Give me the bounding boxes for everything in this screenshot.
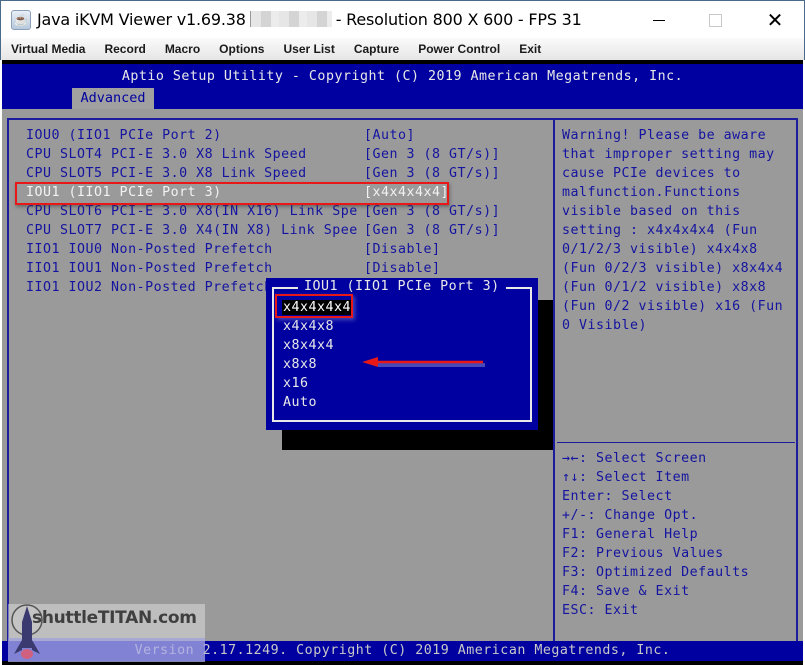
menu-capture[interactable]: Capture <box>354 42 399 56</box>
help-line: 0 Visible) <box>562 318 648 333</box>
menu-options[interactable]: Options <box>219 42 264 56</box>
setting-value: [Gen 3 (8 GT/s)] <box>364 223 501 238</box>
setting-value: [Gen 3 (8 GT/s)] <box>364 166 501 181</box>
help-line: (Fun 0/1/2 visible) x8x8 <box>562 280 767 295</box>
setting-row[interactable]: IIO1 IOU0 Non-Posted Prefetch [Disable] <box>2 242 547 261</box>
key-help-f2: F2: Previous Values <box>562 546 724 561</box>
window-title: Java iKVM Viewer v1.69.38 - Resolution 80… <box>37 10 582 29</box>
kvm-screen[interactable]: Aptio Setup Utility - Copyright (C) 2019… <box>2 60 803 665</box>
help-line: setting : x4x4x4x4 (Fun <box>562 223 758 238</box>
key-help-f3: F3: Optimized Defaults <box>562 565 750 580</box>
tab-advanced[interactable]: Advanced <box>72 88 154 109</box>
key-help-enter: Enter: Select <box>562 489 673 504</box>
setting-row[interactable]: CPU SLOT7 PCI-E 3.0 X4(IN X8) Link Spee … <box>2 223 547 242</box>
setting-label: IIO1 IOU1 Non-Posted Prefetch <box>26 261 273 276</box>
setting-label: IIO1 IOU0 Non-Posted Prefetch <box>26 242 273 257</box>
close-button[interactable]: ✕ <box>755 7 795 33</box>
setting-label: CPU SLOT5 PCI-E 3.0 X8 Link Speed <box>26 166 307 181</box>
help-line: Warning! Please be aware <box>562 128 767 143</box>
key-help-select-screen: →←: Select Screen <box>562 451 707 466</box>
key-help-esc: ESC: Exit <box>562 603 639 618</box>
maximize-button[interactable] <box>695 7 735 33</box>
watermark-text: shuttleTITAN.com <box>32 608 197 628</box>
watermark: shuttleTITAN.com <box>8 604 205 662</box>
setting-value: [Auto] <box>364 128 416 143</box>
title-prefix: Java iKVM Viewer v1.69.38 <box>37 10 246 29</box>
key-help-f4: F4: Save & Exit <box>562 584 690 599</box>
menu-record[interactable]: Record <box>104 42 145 56</box>
help-line: (Fun 0/2 visible) x16 (Fun <box>562 299 784 314</box>
popup-option[interactable]: x8x8 <box>283 357 317 372</box>
window-titlebar: ☕ Java iKVM Viewer v1.69.38 - Resolution … <box>0 0 805 38</box>
menubar: Virtual Media Record Macro Options User … <box>0 38 805 60</box>
popup-option[interactable]: x4x4x8 <box>283 319 334 334</box>
key-help-select-item: ↑↓: Select Item <box>562 470 690 485</box>
setting-row[interactable]: CPU SLOT4 PCI-E 3.0 X8 Link Speed [Gen 3… <box>2 147 547 166</box>
popup-option[interactable]: x16 <box>283 376 309 391</box>
help-line: that improper setting may <box>562 147 775 162</box>
popup-title: IOU1 (IIO1 PCIe Port 3) <box>298 279 506 294</box>
setting-label: CPU SLOT6 PCI-E 3.0 X8(IN X16) Link Spe <box>26 204 358 219</box>
redacted-hostname <box>249 11 332 27</box>
help-line: (Fun 0/2/3 visible) x8x4x4 <box>562 261 784 276</box>
setting-label: CPU SLOT7 PCI-E 3.0 X4(IN X8) Link Spee <box>26 223 358 238</box>
setting-label: CPU SLOT4 PCI-E 3.0 X8 Link Speed <box>26 147 307 162</box>
setting-value: [Disable] <box>364 261 441 276</box>
selected-setting-highlight <box>15 182 449 205</box>
menu-user-list[interactable]: User List <box>283 42 334 56</box>
popup-option[interactable]: x8x4x4 <box>283 338 334 353</box>
setting-row[interactable]: CPU SLOT6 PCI-E 3.0 X8(IN X16) Link Spe … <box>2 204 547 223</box>
menu-exit[interactable]: Exit <box>519 42 541 56</box>
option-popup: IOU1 (IIO1 PCIe Port 3) x4x4x4x4 x4x4x8 … <box>266 278 538 430</box>
help-line: 0/1/2/3 visible) x4x4x8 <box>562 242 758 257</box>
menu-virtual-media[interactable]: Virtual Media <box>11 42 85 56</box>
key-help-change-opt: +/-: Change Opt. <box>562 508 699 523</box>
red-arrow-icon <box>362 357 485 367</box>
key-help-f1: F1: General Help <box>562 527 699 542</box>
java-cup-icon: ☕ <box>11 10 31 30</box>
setting-label: IOU0 (IIO1 PCIe Port 2) <box>26 128 222 143</box>
menu-power-control[interactable]: Power Control <box>418 42 500 56</box>
selected-option-highlight <box>275 294 353 318</box>
setting-value: [Disable] <box>364 242 441 257</box>
bios-header: Aptio Setup Utility - Copyright (C) 2019… <box>2 64 803 109</box>
setting-value: [Gen 3 (8 GT/s)] <box>364 147 501 162</box>
help-divider <box>557 442 795 443</box>
bios-title: Aptio Setup Utility - Copyright (C) 2019… <box>121 69 684 84</box>
panel-divider <box>553 118 555 644</box>
close-icon: ✕ <box>766 9 784 32</box>
popup-option[interactable]: Auto <box>283 395 317 410</box>
menu-macro[interactable]: Macro <box>165 42 200 56</box>
title-suffix: - Resolution 800 X 600 - FPS 31 <box>335 10 582 29</box>
setting-row[interactable]: IOU0 (IIO1 PCIe Port 2) [Auto] <box>2 128 547 147</box>
help-line: malfunction.Functions <box>562 185 741 200</box>
setting-value: [Gen 3 (8 GT/s)] <box>364 204 501 219</box>
minimize-button[interactable] <box>639 7 679 33</box>
help-line: cause PCIe devices to <box>562 166 741 181</box>
setting-label: IIO1 IOU2 Non-Posted Prefetch <box>26 280 273 295</box>
help-line: visible based on this <box>562 204 741 219</box>
